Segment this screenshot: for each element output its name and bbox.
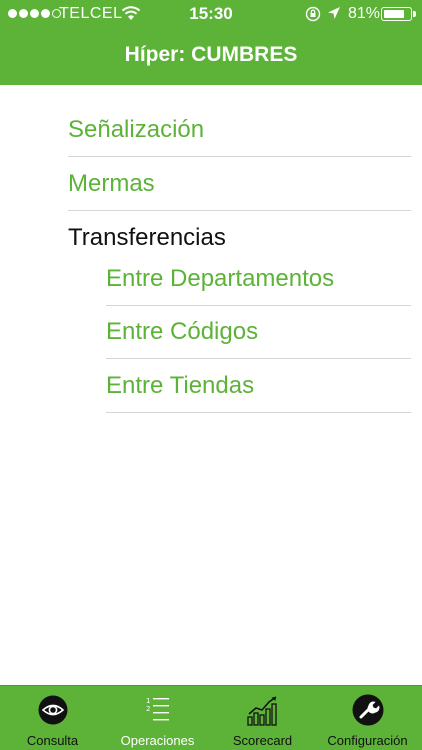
screen: TELCEL 15:30 81% Híper: CUMBRES Señaliza… — [0, 0, 422, 750]
menu-item-mermas[interactable]: Mermas — [68, 158, 411, 211]
tab-operaciones[interactable]: 1 2 Operaciones — [105, 686, 210, 750]
menu-item-label: Entre Códigos — [106, 318, 259, 345]
top-bar: TELCEL 15:30 81% Híper: CUMBRES — [0, 0, 422, 85]
status-bar: TELCEL 15:30 81% — [0, 0, 422, 30]
svg-text:1: 1 — [146, 697, 150, 705]
bar-chart-icon — [246, 696, 277, 726]
tab-label: Configuración — [327, 733, 408, 748]
menu-item-entre-departamentos[interactable]: Entre Departamentos — [106, 253, 411, 306]
menu-item-label: Mermas — [68, 170, 155, 197]
battery-percent: 81% — [348, 5, 381, 22]
tab-scorecard[interactable]: Scorecard — [210, 686, 315, 750]
tab-label: Scorecard — [232, 733, 293, 748]
tab-bar: Consulta 1 2 Operaciones Scorecard Confi… — [0, 685, 422, 750]
menu-item-entre-codigos[interactable]: Entre Códigos — [106, 306, 411, 359]
page-title: Híper: CUMBRES — [124, 43, 298, 66]
tab-configuracion[interactable]: Configuración — [315, 686, 420, 750]
location-arrow-icon — [328, 7, 340, 19]
menu-item-label: Señalización — [68, 116, 205, 143]
battery-icon — [381, 7, 412, 21]
menu-item-label: Entre Departamentos — [106, 265, 335, 292]
wrench-icon — [352, 694, 383, 726]
battery-level-fill — [383, 9, 404, 18]
menu-item-entre-tiendas[interactable]: Entre Tiendas — [106, 360, 411, 413]
tab-consulta[interactable]: Consulta — [0, 686, 105, 750]
svg-text:2: 2 — [146, 705, 150, 713]
section-header-label: Transferencias — [68, 223, 226, 251]
battery-tip — [413, 11, 416, 17]
rotation-lock-icon — [305, 6, 321, 22]
eye-icon — [38, 695, 67, 725]
tab-label: Operaciones — [120, 733, 195, 748]
list-icon: 1 2 — [146, 697, 169, 721]
menu-item-label: Entre Tiendas — [106, 372, 255, 399]
menu-item-senalizacion[interactable]: Señalización — [68, 104, 411, 157]
tab-label: Consulta — [26, 733, 79, 748]
